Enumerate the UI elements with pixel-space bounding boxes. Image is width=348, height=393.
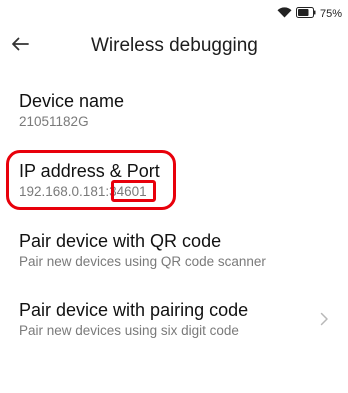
- item-subtitle: 21051182G: [19, 114, 89, 129]
- arrow-left-icon: [10, 36, 30, 57]
- item-title: Pair device with pairing code: [19, 300, 249, 320]
- list-item-device-name[interactable]: Device name 21051182G: [19, 90, 334, 131]
- annotation-highlight-port: [111, 180, 156, 202]
- back-button[interactable]: [4, 30, 36, 62]
- battery-icon: [295, 5, 316, 23]
- status-icons: 75%: [277, 5, 342, 23]
- list-item-pair-code[interactable]: Pair device with pairing code Pair new d…: [19, 299, 334, 340]
- wifi-icon: [277, 5, 292, 23]
- list-item-pair-qr[interactable]: Pair device with QR code Pair new device…: [19, 230, 334, 271]
- item-title: Pair device with QR code: [19, 231, 222, 251]
- app-bar: Wireless debugging: [0, 28, 348, 64]
- battery-percent: 75%: [319, 8, 342, 20]
- status-bar: 75%: [0, 0, 348, 22]
- item-subtitle: Pair new devices using QR code scanner: [19, 254, 266, 269]
- item-title: Device name: [19, 91, 125, 111]
- chevron-right-icon: [319, 312, 329, 326]
- page-title: Wireless debugging: [91, 35, 258, 56]
- item-subtitle: Pair new devices using six digit code: [19, 323, 239, 338]
